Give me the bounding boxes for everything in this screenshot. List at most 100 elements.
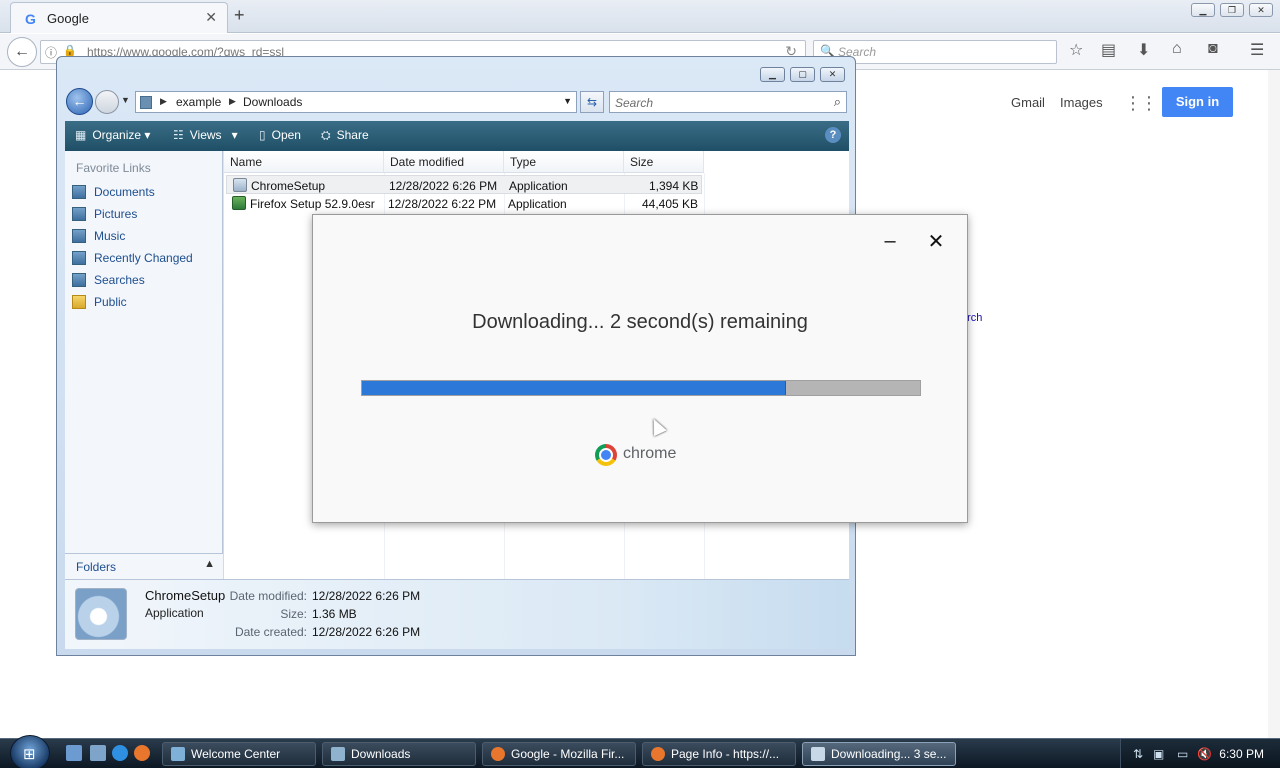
downloads-icon[interactable]: ⬇: [1137, 40, 1150, 60]
taskbar-button-label: Welcome Center: [191, 747, 281, 761]
display-icon[interactable]: ▭: [1177, 747, 1188, 761]
back-button[interactable]: ←: [7, 37, 37, 67]
tab-google[interactable]: G Google ✕: [10, 2, 228, 33]
file-type: Application: [509, 179, 568, 193]
refresh-button[interactable]: ⇆: [580, 91, 604, 113]
file-size: 1,394 KB: [649, 179, 699, 193]
explorer-back-button[interactable]: ←: [66, 88, 93, 115]
details-date-created: 12/28/2022 6:26 PM: [312, 625, 421, 639]
clock[interactable]: 6:30 PM: [1219, 747, 1264, 761]
explorer-forward-button[interactable]: [95, 90, 119, 114]
network-icon[interactable]: ⇅: [1133, 747, 1143, 761]
search-icon[interactable]: ⌕: [834, 94, 841, 110]
start-button[interactable]: ⊞: [10, 735, 50, 768]
menu-icon[interactable]: ☰: [1250, 40, 1264, 60]
file-size: 44,405 KB: [642, 197, 699, 211]
command-bar: ▦ Organize ▾ ☷ Views ▾ ▯ Open ⛭ Share ?: [65, 121, 849, 151]
gmail-link[interactable]: Gmail: [1011, 95, 1045, 110]
page-scrollbar[interactable]: [1268, 70, 1280, 738]
share-label: Share: [336, 128, 369, 142]
tab-title: Google: [47, 11, 89, 26]
column-header-name[interactable]: Name: [224, 151, 384, 173]
explorer-minimize-button[interactable]: ▁: [760, 67, 785, 82]
download-status-text: Downloading... 2 second(s) remaining: [472, 311, 808, 333]
organize-icon: ▦: [75, 128, 87, 142]
details-size-label: Size:: [280, 607, 307, 621]
organize-label: Organize: [92, 128, 142, 142]
chevron-right-icon[interactable]: ▶: [160, 96, 167, 107]
organize-button[interactable]: ▦ Organize ▾: [75, 128, 150, 142]
taskbar: ⊞ Welcome Center Downloads Google - Mozi…: [0, 735, 1280, 768]
details-size: 1.36 MB: [312, 607, 357, 621]
breadcrumb-downloads[interactable]: Downloads: [243, 95, 302, 109]
taskbar-button-label: Page Info - https://...: [671, 747, 780, 761]
tab-close-icon[interactable]: ✕: [205, 9, 217, 26]
nav-item-label: Recently Changed: [94, 251, 193, 265]
address-bar[interactable]: ▶ example ▶ Downloads ▼: [135, 91, 577, 113]
security-icon[interactable]: ▣: [1153, 747, 1164, 761]
nav-item-public[interactable]: Public: [72, 295, 127, 313]
explorer-close-button[interactable]: ✕: [820, 67, 845, 82]
taskbar-button-page-info[interactable]: Page Info - https://...: [642, 742, 796, 766]
taskbar-button-label: Downloads: [351, 747, 411, 761]
info-icon[interactable]: ⓘ: [45, 44, 57, 61]
file-date: 12/28/2022 6:22 PM: [388, 197, 497, 211]
new-tab-button[interactable]: +: [234, 5, 245, 26]
column-header-date-modified[interactable]: Date modified: [384, 151, 504, 173]
firefox-minimize-button[interactable]: ▁: [1191, 3, 1215, 17]
file-name: ChromeSetup: [251, 179, 326, 193]
explorer-search-box[interactable]: Search ⌕: [609, 91, 847, 113]
pictures-icon: [72, 207, 86, 221]
home-icon[interactable]: ⌂: [1172, 40, 1182, 58]
firefox-tab-bar: G Google ✕ + ▁ ❐ ✕: [0, 0, 1280, 33]
navigation-pane: Favorite Links Documents Pictures Music …: [65, 151, 223, 579]
folders-toggle[interactable]: Folders ▲: [65, 553, 223, 579]
folder-icon: [140, 96, 152, 109]
reading-list-icon[interactable]: ▤: [1101, 40, 1116, 60]
nav-item-pictures[interactable]: Pictures: [72, 207, 137, 225]
pocket-icon[interactable]: ◙: [1208, 40, 1218, 58]
firefox-restore-button[interactable]: ❐: [1220, 3, 1244, 17]
images-link[interactable]: Images: [1060, 95, 1103, 110]
open-button[interactable]: ▯ Open: [259, 128, 301, 142]
chevron-right-icon[interactable]: ▶: [229, 96, 236, 107]
file-row-chromesetup[interactable]: ChromeSetup 12/28/2022 6:26 PM Applicati…: [226, 175, 702, 194]
open-label: Open: [271, 128, 301, 142]
breadcrumb-example[interactable]: example: [176, 95, 221, 109]
taskbar-button-welcome-center[interactable]: Welcome Center: [162, 742, 316, 766]
volume-muted-icon[interactable]: 🔇: [1197, 747, 1212, 761]
taskbar-button-firefox[interactable]: Google - Mozilla Fir...: [482, 742, 636, 766]
nav-item-label: Searches: [94, 273, 145, 287]
column-header-type[interactable]: Type: [504, 151, 624, 173]
installer-large-icon: [75, 588, 127, 640]
firefox-icon: [491, 747, 505, 761]
file-row-firefox-setup[interactable]: Firefox Setup 52.9.0esr 12/28/2022 6:22 …: [226, 194, 702, 213]
firefox-icon: [651, 747, 665, 761]
details-pane: ChromeSetup Application Date modified: 1…: [65, 579, 849, 649]
taskbar-button-downloading[interactable]: Downloading... 3 se...: [802, 742, 956, 766]
share-button[interactable]: ⛭ Share: [321, 128, 369, 143]
sign-in-button[interactable]: Sign in: [1162, 87, 1233, 117]
address-dropdown-icon[interactable]: ▼: [563, 96, 572, 106]
internet-explorer-icon[interactable]: [112, 745, 128, 761]
views-button[interactable]: ☷ Views ▾: [173, 128, 238, 142]
nav-item-documents[interactable]: Documents: [72, 185, 155, 203]
nav-item-searches[interactable]: Searches: [72, 273, 145, 291]
close-icon[interactable]: ✕: [925, 231, 947, 253]
folders-label: Folders: [76, 560, 117, 574]
firefox-close-button[interactable]: ✕: [1249, 3, 1273, 17]
help-icon[interactable]: ?: [825, 127, 841, 143]
taskbar-button-downloads[interactable]: Downloads: [322, 742, 476, 766]
bookmark-star-icon[interactable]: ☆: [1069, 40, 1083, 60]
search-placeholder: Search: [615, 96, 654, 110]
chevron-up-icon[interactable]: ▲: [204, 558, 215, 570]
minimize-icon[interactable]: –: [879, 231, 901, 253]
nav-item-music[interactable]: Music: [72, 229, 125, 247]
switch-windows-icon[interactable]: [90, 745, 106, 761]
explorer-maximize-button[interactable]: ▢: [790, 67, 815, 82]
nav-item-recently-changed[interactable]: Recently Changed: [72, 251, 193, 269]
show-desktop-icon[interactable]: [66, 745, 82, 761]
firefox-icon[interactable]: [134, 745, 150, 761]
column-header-size[interactable]: Size: [624, 151, 704, 173]
history-dropdown-icon[interactable]: ▼: [121, 95, 130, 105]
